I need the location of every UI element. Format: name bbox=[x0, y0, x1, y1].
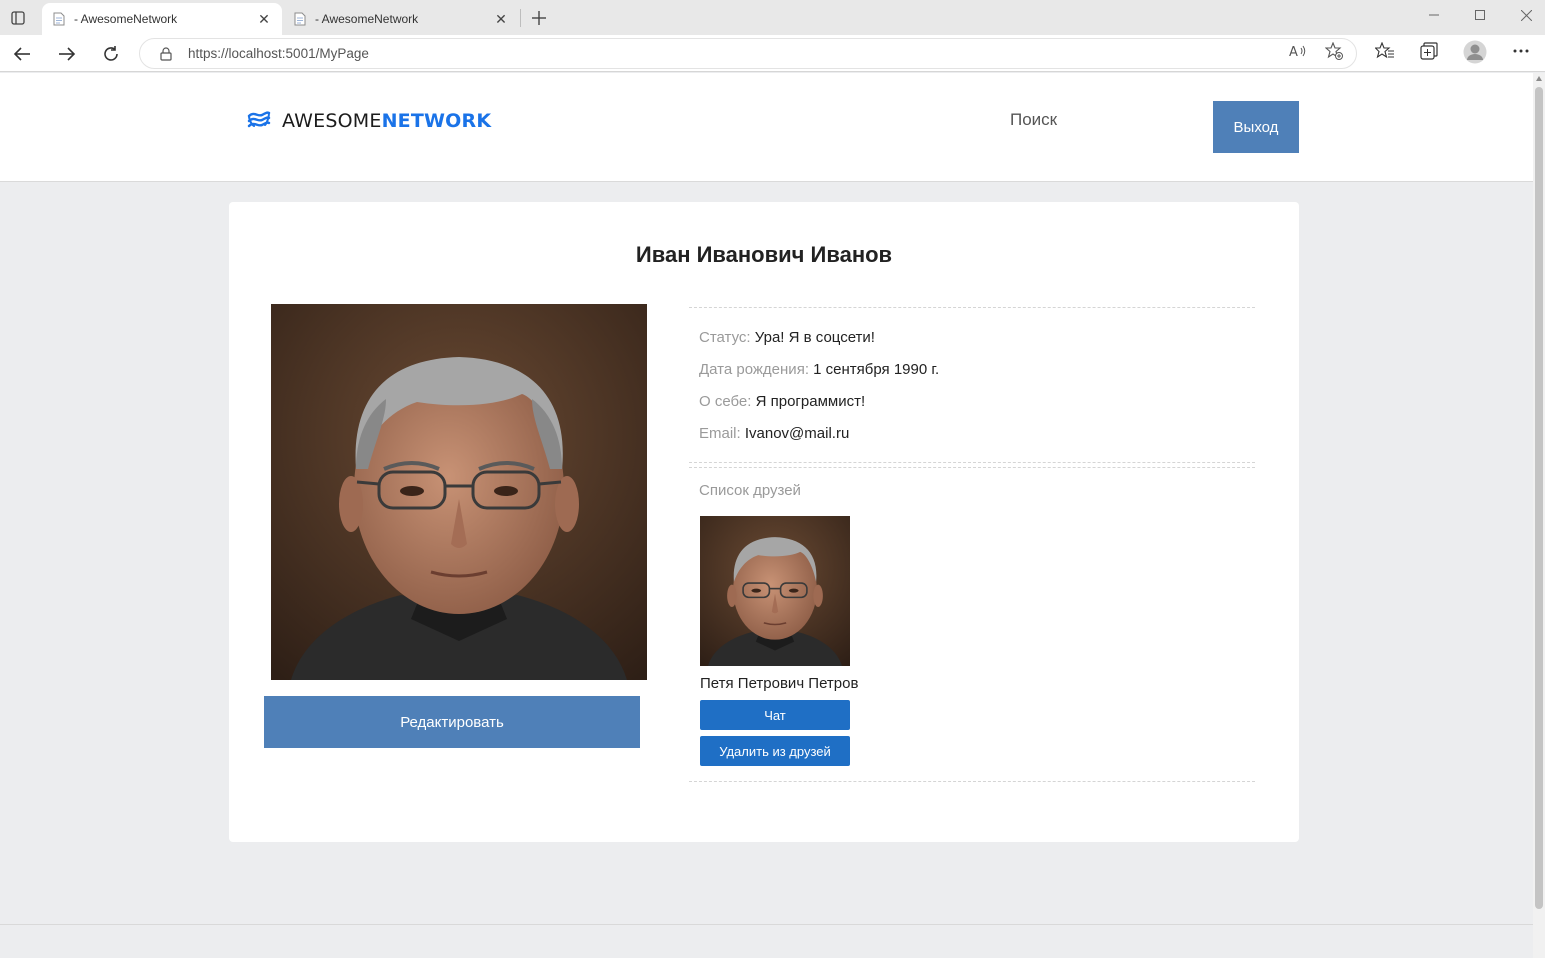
window-close-icon[interactable] bbox=[1503, 4, 1545, 26]
page-favicon-icon bbox=[52, 11, 66, 27]
about-value: Я программист! bbox=[755, 393, 866, 410]
friends-section: Список друзей Петя Петрович Петров Чат У… bbox=[689, 467, 1255, 782]
profile-photo bbox=[271, 304, 647, 680]
about-row: О себе: Я программист! bbox=[699, 386, 1245, 418]
tab-separator bbox=[520, 9, 521, 27]
maximize-icon[interactable] bbox=[1457, 4, 1503, 26]
tab-close-icon[interactable]: ✕ bbox=[493, 11, 509, 27]
friend-name[interactable]: Петя Петрович Петров bbox=[700, 675, 858, 692]
status-row: Статус: Ура! Я в соцсети! bbox=[699, 322, 1245, 354]
profile-icon[interactable] bbox=[1463, 40, 1487, 64]
add-favorite-icon[interactable] bbox=[1325, 42, 1343, 60]
birthdate-value: 1 сентября 1990 г. bbox=[813, 361, 940, 378]
email-label: Email: bbox=[699, 425, 741, 442]
about-label: О себе: bbox=[699, 393, 752, 410]
minimize-icon[interactable] bbox=[1411, 4, 1457, 26]
logo-mark-icon bbox=[247, 111, 271, 128]
birthdate-row: Дата рождения: 1 сентября 1990 г. bbox=[699, 354, 1245, 386]
footer-divider bbox=[0, 924, 1533, 925]
page-scrollbar[interactable] bbox=[1533, 73, 1545, 958]
forward-icon[interactable] bbox=[53, 40, 81, 68]
refresh-icon[interactable] bbox=[97, 40, 125, 68]
page-favicon-icon bbox=[293, 11, 307, 27]
nav-search-link[interactable]: Поиск bbox=[1010, 110, 1057, 130]
email-value: Ivanov@mail.ru bbox=[744, 425, 850, 442]
tab-close-icon[interactable]: ✕ bbox=[256, 11, 272, 27]
url-text[interactable]: https://localhost:5001/MyPage bbox=[188, 46, 1356, 61]
logo-text-network: NETWORK bbox=[381, 110, 492, 132]
tab-actions-icon[interactable] bbox=[8, 8, 28, 28]
logo-text-awesome: AWESOME bbox=[282, 110, 382, 132]
browser-toolbar: https://localhost:5001/MyPage A bbox=[0, 35, 1545, 72]
profile-full-name: Иван Иванович Иванов bbox=[635, 242, 893, 267]
status-value: Ура! Я в соцсети! bbox=[754, 329, 875, 346]
scrollbar-thumb[interactable] bbox=[1535, 87, 1543, 909]
more-icon[interactable] bbox=[1510, 40, 1532, 62]
browser-tab-active[interactable]: - AwesomeNetwork ✕ bbox=[42, 3, 282, 35]
remove-friend-button[interactable]: Удалить из друзей bbox=[700, 736, 850, 766]
scroll-up-icon[interactable] bbox=[1536, 76, 1542, 81]
tab-title: - AwesomeNetwork bbox=[74, 12, 178, 26]
tab-title: - AwesomeNetwork bbox=[315, 12, 419, 26]
birthdate-label: Дата рождения: bbox=[699, 361, 809, 378]
collections-icon[interactable] bbox=[1418, 40, 1440, 62]
browser-tab-bar: - AwesomeNetwork ✕ - AwesomeNetwork ✕ bbox=[0, 0, 1545, 35]
favorites-icon[interactable] bbox=[1374, 40, 1396, 62]
chat-button[interactable]: Чат bbox=[700, 700, 850, 730]
browser-tab[interactable]: - AwesomeNetwork ✕ bbox=[283, 3, 519, 35]
profile-info-section: Статус: Ура! Я в соцсети! Дата рождения:… bbox=[689, 307, 1255, 463]
email-row: Email: Ivanov@mail.ru bbox=[699, 418, 1245, 450]
lock-icon[interactable] bbox=[158, 46, 174, 62]
edit-profile-button[interactable]: Редактировать bbox=[264, 696, 640, 748]
status-label: Статус: bbox=[699, 329, 751, 346]
site-logo[interactable]: AWESOME NETWORK bbox=[246, 110, 491, 132]
address-bar[interactable]: https://localhost:5001/MyPage bbox=[139, 38, 1357, 69]
read-aloud-icon[interactable]: A bbox=[1289, 42, 1307, 60]
logout-button[interactable]: Выход bbox=[1213, 101, 1299, 153]
friends-title: Список друзей bbox=[699, 482, 801, 499]
back-icon[interactable] bbox=[8, 40, 36, 68]
new-tab-icon[interactable] bbox=[528, 7, 550, 29]
profile-card: Иван Иванович Иванов Редактировать Стату… bbox=[229, 202, 1299, 842]
svg-text:A: A bbox=[1289, 45, 1298, 59]
site-header: AWESOME NETWORK Поиск Выход bbox=[0, 73, 1533, 182]
friend-avatar[interactable] bbox=[700, 516, 850, 666]
